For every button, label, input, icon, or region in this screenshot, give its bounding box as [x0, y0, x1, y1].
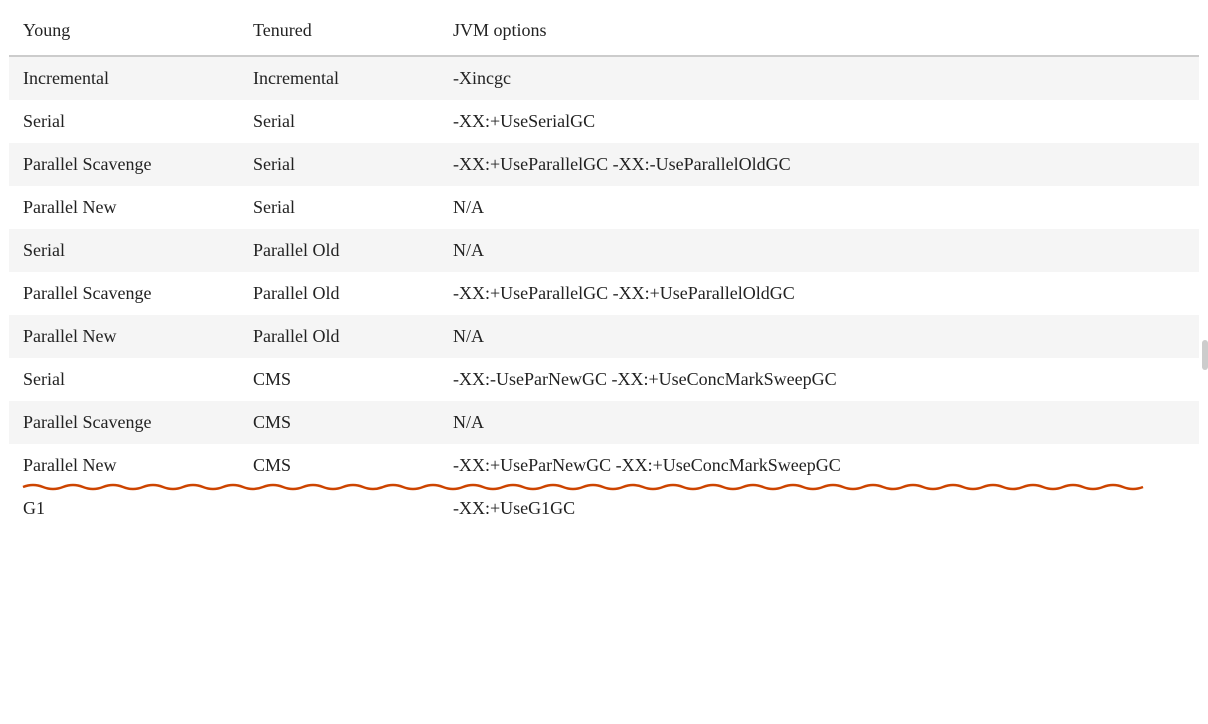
cell-young: Serial — [9, 229, 239, 272]
cell-tenured: Serial — [239, 186, 439, 229]
cell-jvm: -XX:+UseParallelGC -XX:+UseParallelOldGC — [439, 272, 1199, 315]
cell-jvm: -XX:+UseSerialGC — [439, 100, 1199, 143]
cell-tenured — [239, 487, 439, 530]
cell-tenured: CMS — [239, 401, 439, 444]
gc-table-container: Young Tenured JVM options IncrementalInc… — [9, 0, 1199, 540]
cell-jvm: N/A — [439, 315, 1199, 358]
cell-jvm: -XX:+UseParallelGC -XX:-UseParallelOldGC — [439, 143, 1199, 186]
cell-jvm: -XX:+UseG1GC — [439, 487, 1199, 530]
table-row: Parallel ScavengeParallel Old-XX:+UsePar… — [9, 272, 1199, 315]
header-tenured: Tenured — [239, 10, 439, 56]
table-row: SerialSerial-XX:+UseSerialGC — [9, 100, 1199, 143]
cell-tenured: Parallel Old — [239, 315, 439, 358]
cell-tenured: Parallel Old — [239, 229, 439, 272]
cell-jvm: N/A — [439, 186, 1199, 229]
cell-tenured: CMS — [239, 358, 439, 401]
cell-young: Serial — [9, 100, 239, 143]
cell-tenured: Parallel Old — [239, 272, 439, 315]
gc-options-table: Young Tenured JVM options IncrementalInc… — [9, 10, 1199, 530]
cell-tenured: Serial — [239, 100, 439, 143]
table-row: Parallel NewSerialN/A — [9, 186, 1199, 229]
table-row: Parallel NewParallel OldN/A — [9, 315, 1199, 358]
cell-jvm: N/A — [439, 401, 1199, 444]
table-row: G1 -XX:+UseG1GC — [9, 487, 1199, 530]
cell-tenured: Incremental — [239, 56, 439, 100]
cell-young: Parallel Scavenge — [9, 143, 239, 186]
cell-jvm: -Xincgc — [439, 56, 1199, 100]
table-row: Parallel ScavengeCMSN/A — [9, 401, 1199, 444]
cell-young: Parallel Scavenge — [9, 272, 239, 315]
cell-jvm: N/A — [439, 229, 1199, 272]
cell-jvm: -XX:-UseParNewGC -XX:+UseConcMarkSweepGC — [439, 358, 1199, 401]
table-row: Parallel ScavengeSerial-XX:+UseParallelG… — [9, 143, 1199, 186]
header-jvm: JVM options — [439, 10, 1199, 56]
table-header-row: Young Tenured JVM options — [9, 10, 1199, 56]
cell-young: Parallel Scavenge — [9, 401, 239, 444]
header-young: Young — [9, 10, 239, 56]
cell-young: Parallel New — [9, 315, 239, 358]
cell-tenured: Serial — [239, 143, 439, 186]
table-row: SerialParallel OldN/A — [9, 229, 1199, 272]
cell-young: G1 — [9, 487, 239, 530]
cell-young: Serial — [9, 358, 239, 401]
table-row: SerialCMS-XX:-UseParNewGC -XX:+UseConcMa… — [9, 358, 1199, 401]
table-row: IncrementalIncremental-Xincgc — [9, 56, 1199, 100]
cell-young: Parallel New — [9, 186, 239, 229]
scrollbar[interactable] — [1202, 340, 1208, 370]
cell-young: Incremental — [9, 56, 239, 100]
